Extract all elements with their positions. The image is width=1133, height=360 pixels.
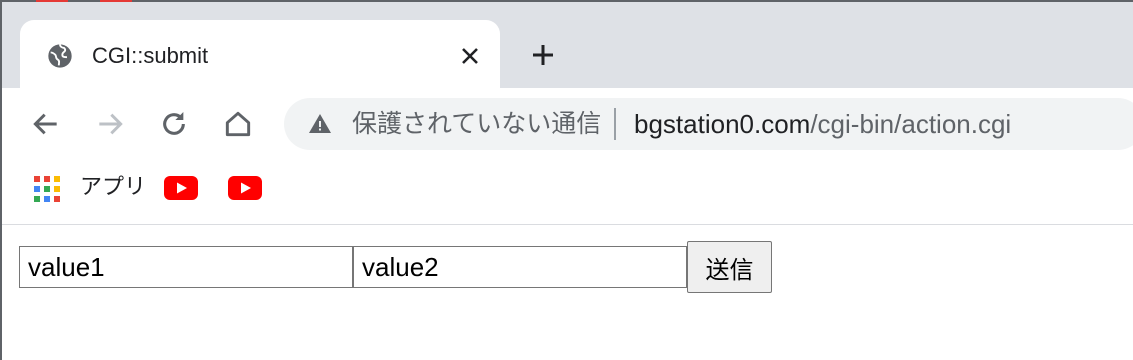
globe-icon — [48, 44, 72, 68]
apps-label[interactable]: アプリ — [80, 172, 146, 204]
home-icon[interactable] — [222, 108, 254, 140]
apps-grid-icon[interactable] — [34, 176, 60, 202]
tab-strip: CGI::submit — [2, 2, 1133, 90]
text-field-2[interactable] — [353, 246, 687, 288]
page-content: 送信 — [2, 225, 1133, 360]
youtube-icon[interactable] — [164, 176, 198, 200]
submit-button[interactable]: 送信 — [687, 241, 772, 293]
youtube-icon[interactable] — [228, 176, 262, 200]
tab-active[interactable]: CGI::submit — [20, 20, 500, 90]
warning-icon[interactable] — [308, 112, 332, 136]
url-path: /cgi-bin/action.cgi — [810, 109, 1012, 139]
browser-toolbar: 保護されていない通信 bgstation0.com/cgi-bin/action… — [2, 88, 1133, 160]
url-text[interactable]: bgstation0.com/cgi-bin/action.cgi — [634, 106, 1011, 142]
reload-icon[interactable] — [158, 108, 190, 140]
forward-arrow-icon[interactable] — [94, 108, 126, 140]
address-divider — [614, 108, 616, 140]
not-secure-label[interactable]: 保護されていない通信 — [352, 106, 601, 142]
address-bar[interactable]: 保護されていない通信 bgstation0.com/cgi-bin/action… — [284, 98, 1133, 150]
text-field-1[interactable] — [19, 246, 353, 288]
close-icon[interactable] — [456, 42, 484, 70]
back-arrow-icon[interactable] — [30, 108, 62, 140]
url-host: bgstation0.com — [634, 109, 811, 139]
bookmarks-bar: アプリ — [2, 160, 1133, 222]
new-tab-plus-icon[interactable] — [528, 40, 558, 70]
tab-title: CGI::submit — [92, 43, 209, 68]
